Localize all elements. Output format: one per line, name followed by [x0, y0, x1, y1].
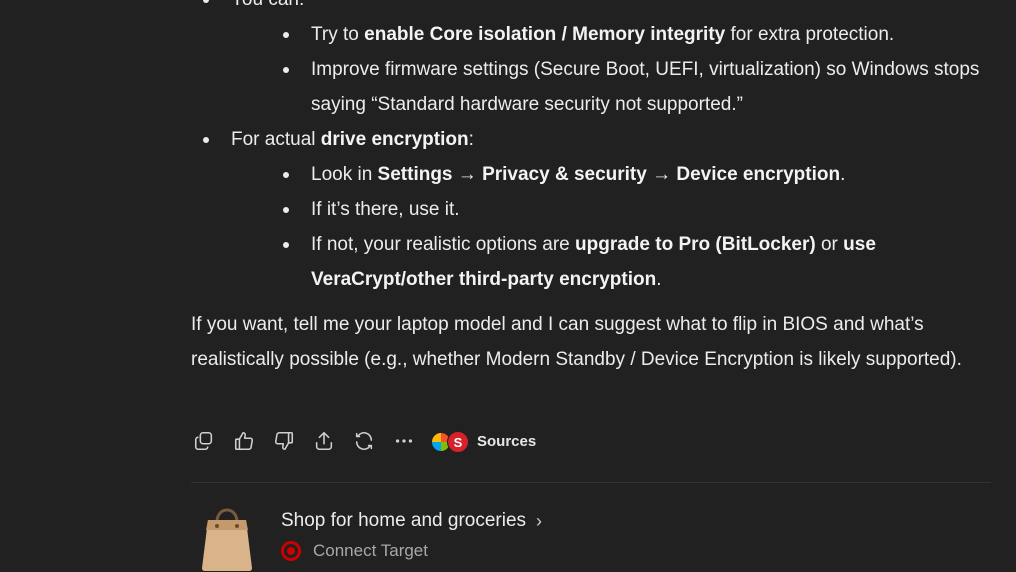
copy-button[interactable]	[191, 428, 217, 454]
source-badge-icon: S	[447, 431, 469, 453]
sources-button[interactable]: S Sources	[431, 430, 537, 453]
suggestion-text: Shop for home and groceries › Connect Ta…	[281, 500, 542, 572]
thumbs-up-icon	[234, 431, 254, 451]
shopping-bag-icon	[202, 508, 252, 571]
divider	[191, 482, 991, 483]
share-button[interactable]	[311, 428, 337, 454]
more-button[interactable]	[391, 428, 417, 454]
target-logo-icon	[281, 541, 301, 561]
suggestion-title: Shop for home and groceries	[281, 510, 527, 531]
source-favicons: S	[431, 430, 469, 453]
thumbs-down-button[interactable]	[271, 428, 297, 454]
share-icon	[315, 431, 333, 451]
copy-icon	[194, 431, 213, 451]
suggestion-subtitle: Connect Target	[313, 541, 428, 560]
suggestion-card[interactable]: Shop for home and groceries › Connect Ta…	[200, 500, 542, 572]
thumbs-up-button[interactable]	[231, 428, 257, 454]
chat-view: You can: Try to enable Core isolation / …	[0, 0, 1016, 572]
assistant-message: You can: Try to enable Core isolation / …	[191, 0, 991, 377]
list-item: For actual drive encryption: Look in Set…	[191, 122, 991, 297]
chevron-right-icon: ›	[536, 510, 543, 531]
closing-paragraph: If you want, tell me your laptop model a…	[191, 314, 962, 370]
list-item: If not, your realistic options are upgra…	[231, 227, 991, 297]
suggestion-subtitle-row: Connect Target	[281, 541, 542, 561]
list-item: If it’s there, use it.	[231, 192, 991, 227]
list-item: Try to enable Core isolation / Memory in…	[231, 17, 991, 52]
regenerate-button[interactable]	[351, 428, 377, 454]
list-item: You can: Try to enable Core isolation / …	[191, 0, 991, 122]
thumbs-down-icon	[274, 431, 294, 451]
list-item: Look in Settings → Privacy & security → …	[231, 157, 991, 192]
regenerate-icon	[355, 432, 373, 450]
list-item-text: You can:	[231, 0, 304, 10]
list-item: Improve firmware settings (Secure Boot, …	[231, 52, 991, 122]
sources-label: Sources	[477, 432, 537, 450]
message-actions: S Sources	[191, 426, 536, 456]
more-icon	[395, 439, 413, 443]
suggestion-title-row[interactable]: Shop for home and groceries ›	[281, 510, 542, 532]
